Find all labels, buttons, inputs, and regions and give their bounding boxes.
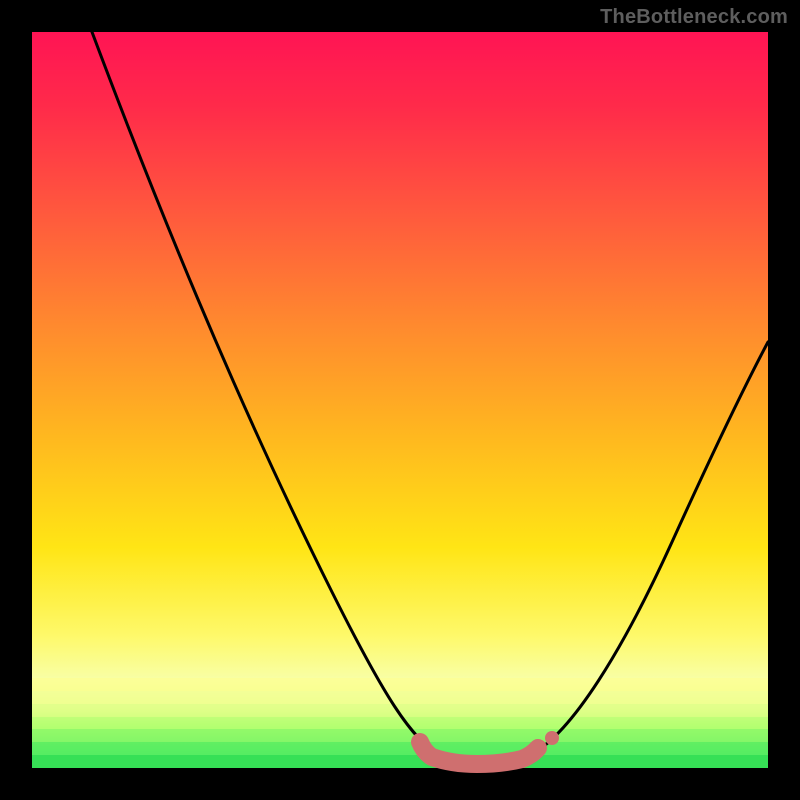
optimal-range-marker bbox=[420, 742, 538, 764]
plot-area bbox=[32, 32, 768, 768]
chart-frame: TheBottleneck.com bbox=[0, 0, 800, 800]
curve-layer bbox=[32, 32, 768, 768]
optimal-range-end-dot bbox=[545, 731, 559, 745]
bottleneck-curve bbox=[92, 32, 768, 763]
watermark-text: TheBottleneck.com bbox=[600, 6, 788, 29]
